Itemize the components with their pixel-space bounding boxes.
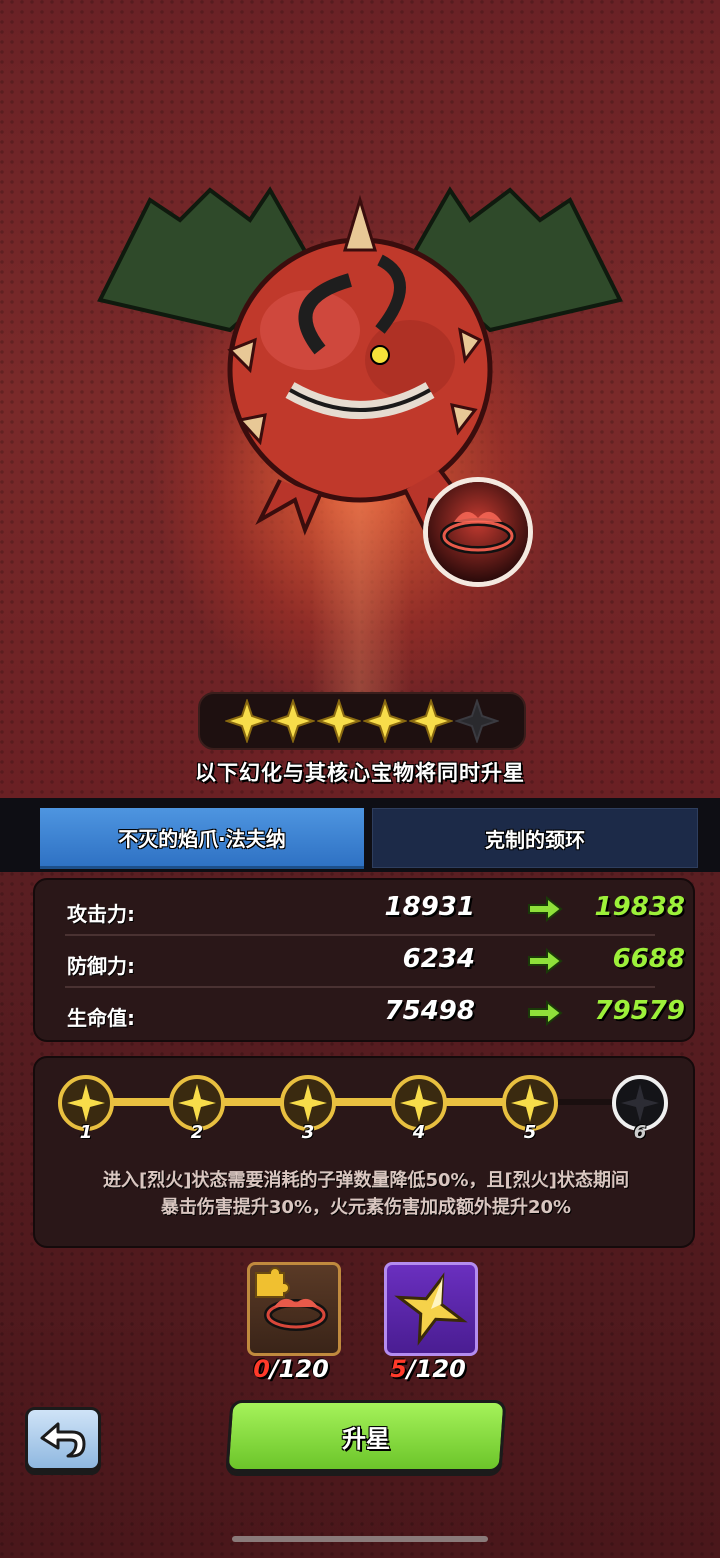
star-rating <box>198 692 526 750</box>
material-count: 5/120 <box>390 1355 466 1383</box>
stat-label: 防御力: <box>67 954 135 978</box>
star-node-number: 4 <box>412 1122 426 1143</box>
star-filled-icon <box>409 699 453 743</box>
tab-bar: 不灭的焰爪·法夫纳 克制的颈环 <box>0 798 720 874</box>
stat-next: 79579 <box>594 996 685 1026</box>
arrow-right-icon <box>528 1000 563 1026</box>
star-node-number: 5 <box>523 1122 537 1143</box>
upgrade-note: 以下幻化与其核心宝物将同时升星 <box>195 761 525 785</box>
star-filled-icon <box>225 699 269 743</box>
stat-row-attack: 攻击力: 18931 19838 <box>65 884 685 936</box>
star-filled-icon <box>363 699 407 743</box>
description-line: 暴击伤害提升30%，火元素伤害加成额外提升20% <box>160 1197 572 1218</box>
red-winged-demon-illustration <box>97 186 623 537</box>
star-node-number: 1 <box>79 1122 93 1143</box>
stat-label: 攻击力: <box>67 902 135 926</box>
arrow-right-icon <box>528 896 563 922</box>
description-line: 进入[烈火]状态需要消耗的子弹数量降低50%，且[烈火]状态期间 <box>103 1170 629 1191</box>
star-up-label: 升星 <box>342 1424 390 1453</box>
progress-track-remaining <box>556 1099 616 1105</box>
star-filled-icon <box>271 699 315 743</box>
stat-next: 6688 <box>612 944 685 974</box>
star-node-number: 3 <box>301 1122 315 1143</box>
stat-next: 19838 <box>594 892 685 922</box>
material-gold-star[interactable] <box>384 1262 478 1356</box>
star-effect-description: 进入[烈火]状态需要消耗的子弹数量降低50%，且[烈火]状态期间 暴击伤害提升3… <box>56 1167 676 1221</box>
stat-current: 75498 <box>384 996 475 1026</box>
stat-row-hp: 生命值: 75498 79579 <box>65 988 685 1040</box>
home-indicator[interactable] <box>232 1536 488 1542</box>
gold-star-icon <box>394 1272 468 1346</box>
star-filled-icon <box>317 699 361 743</box>
collar-fragment-icon <box>255 1267 328 1331</box>
tab-fafnir[interactable]: 不灭的焰爪·法夫纳 <box>40 808 364 869</box>
star-node-number: 6 <box>633 1122 647 1143</box>
stat-current: 6234 <box>402 944 475 974</box>
arrow-right-icon <box>528 948 563 974</box>
star-node-number: 2 <box>190 1122 204 1143</box>
back-button[interactable] <box>25 1407 101 1471</box>
stat-current: 18931 <box>384 892 475 922</box>
back-arrow-icon <box>40 1422 86 1458</box>
stats-panel: 攻击力: 18931 19838 防御力: 6234 6688 生命值: 754… <box>33 878 695 1042</box>
star-empty-icon <box>455 699 499 743</box>
stat-label: 生命值: <box>67 1006 135 1030</box>
material-count: 0/120 <box>253 1355 329 1383</box>
spiked-collar-orb-icon[interactable] <box>420 474 536 590</box>
stat-row-defense: 防御力: 6234 6688 <box>65 936 685 988</box>
star-up-button[interactable]: 升星 <box>225 1400 507 1472</box>
material-collar-fragment[interactable] <box>247 1262 341 1356</box>
tab-collar[interactable]: 克制的颈环 <box>372 808 698 868</box>
